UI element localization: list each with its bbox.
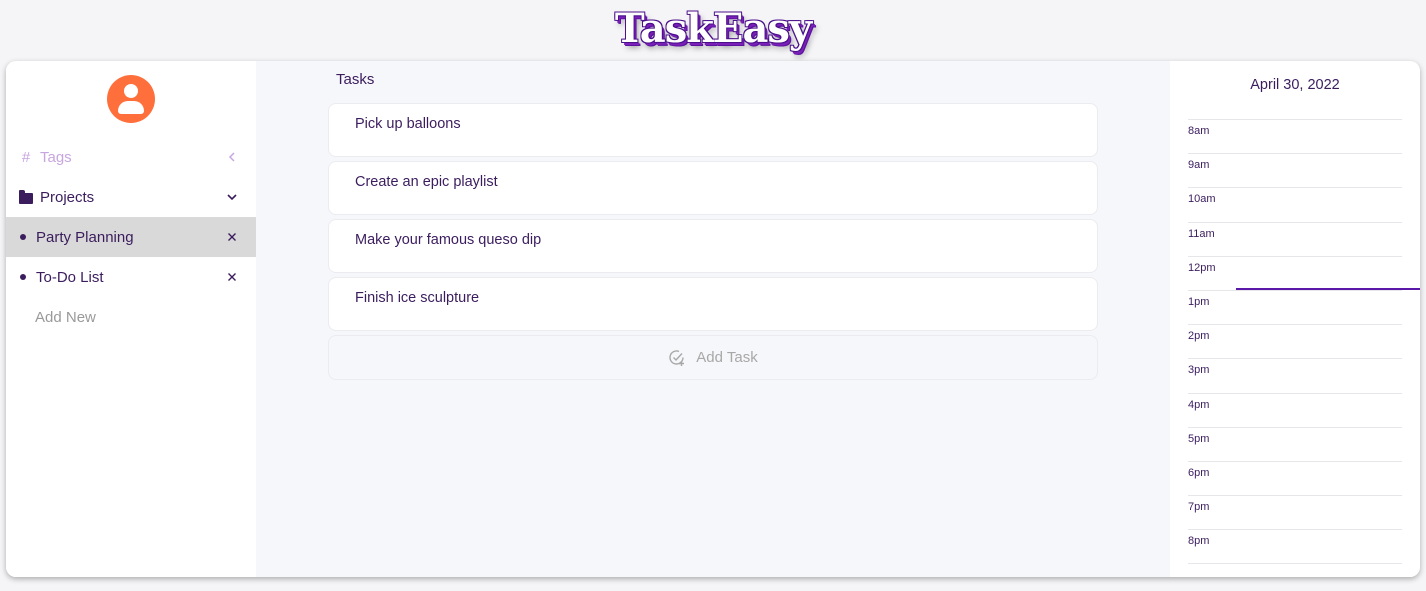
- sidebar: # Tags Projects Party Planning To-Do Lis…: [6, 61, 256, 577]
- hour-label: 8pm: [1188, 535, 1210, 548]
- add-task-label: Add Task: [696, 349, 758, 366]
- close-icon[interactable]: [224, 229, 240, 245]
- hour-slot[interactable]: 6pm: [1188, 460, 1402, 495]
- hour-slot[interactable]: 12pm: [1188, 255, 1402, 290]
- current-time-indicator: [1236, 288, 1420, 290]
- app-window: # Tags Projects Party Planning To-Do Lis…: [6, 61, 1420, 577]
- add-new-project-button[interactable]: Add New: [6, 297, 256, 337]
- hour-grid-end: [1188, 563, 1402, 565]
- add-task-button[interactable]: Add Task: [328, 335, 1098, 380]
- add-task-icon: [668, 349, 686, 367]
- hour-slot[interactable]: 8am: [1188, 119, 1402, 153]
- hour-slot[interactable]: 10am: [1188, 187, 1402, 221]
- header: TaskEasy: [0, 0, 1426, 62]
- hour-slot[interactable]: 7pm: [1188, 495, 1402, 529]
- hour-slot[interactable]: 4pm: [1188, 392, 1402, 427]
- hour-grid: 8am 9am 10am 11am 12pm 1pm 2pm 3pm 4pm 5pm 6pm 7pm 8…: [1188, 119, 1420, 565]
- hour-label: 8am: [1188, 125, 1210, 137]
- hour-label: 7pm: [1188, 501, 1210, 514]
- project-label: Party Planning: [36, 228, 134, 246]
- sidebar-item-projects[interactable]: Projects: [6, 177, 256, 217]
- calendar-date: April 30, 2022: [1250, 77, 1340, 93]
- hour-label: 1pm: [1188, 295, 1210, 308]
- hour-slot[interactable]: 5pm: [1188, 426, 1402, 461]
- hour-slot[interactable]: 9am: [1188, 153, 1402, 187]
- hash-icon: #: [21, 148, 31, 166]
- sidebar-item-to-do-list[interactable]: To-Do List: [6, 257, 256, 297]
- task-panel: Tasks Pick up balloons Create an epic pl…: [256, 61, 1170, 577]
- hour-label: 4pm: [1188, 398, 1210, 411]
- user-avatar-icon[interactable]: [107, 75, 155, 123]
- projects-label: Projects: [40, 188, 95, 206]
- hour-slot[interactable]: 3pm: [1188, 358, 1402, 392]
- task-item[interactable]: Create an epic playlist: [328, 161, 1098, 215]
- chevron-left-icon[interactable]: [224, 149, 240, 165]
- bullet-icon: [20, 234, 26, 240]
- task-item[interactable]: Pick up balloons: [328, 103, 1098, 157]
- hour-label: 3pm: [1188, 364, 1210, 377]
- task-item[interactable]: Make your famous queso dip: [328, 219, 1098, 273]
- page-title: Tasks: [336, 71, 375, 88]
- chevron-down-icon[interactable]: [224, 189, 240, 205]
- hour-label: 2pm: [1188, 330, 1210, 343]
- sidebar-item-party-planning[interactable]: Party Planning: [6, 217, 256, 257]
- bullet-icon: [20, 274, 26, 280]
- task-item[interactable]: Finish ice sculpture: [328, 277, 1098, 331]
- folder-icon: [16, 189, 36, 204]
- tags-label: Tags: [40, 148, 72, 166]
- hour-label: 9am: [1188, 159, 1210, 172]
- hour-slot[interactable]: 2pm: [1188, 324, 1402, 358]
- sidebar-item-tags[interactable]: # Tags: [6, 137, 256, 177]
- hour-slot[interactable]: 8pm: [1188, 529, 1402, 563]
- day-calendar: April 30, 2022 8am 9am 10am 11am 12pm 1pm 2pm 3…: [1170, 61, 1420, 577]
- hour-label: 10am: [1188, 193, 1216, 206]
- close-icon[interactable]: [224, 269, 240, 285]
- hour-slot[interactable]: 11am: [1188, 221, 1402, 256]
- hour-slot[interactable]: 1pm: [1188, 289, 1402, 324]
- project-label: To-Do List: [36, 268, 104, 286]
- hour-label: 6pm: [1188, 466, 1210, 479]
- task-list: Pick up balloons Create an epic playlist…: [328, 103, 1098, 380]
- hour-label: 12pm: [1188, 261, 1216, 274]
- app-logo: TaskEasy: [614, 4, 812, 52]
- hour-label: 5pm: [1188, 432, 1210, 445]
- hour-label: 11am: [1188, 227, 1215, 240]
